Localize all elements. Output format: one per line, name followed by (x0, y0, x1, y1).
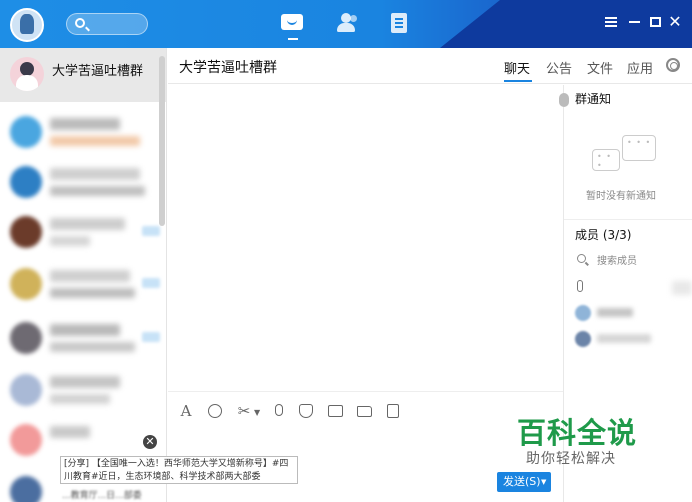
titlebar-decoration (440, 0, 500, 48)
chevron-down-icon[interactable]: ▼ (254, 408, 260, 417)
conversation-item[interactable] (0, 366, 160, 418)
share-preview-overflow-text: ...教育厅...日...部委 (62, 491, 142, 501)
divider (168, 391, 563, 392)
microphone-icon[interactable] (269, 401, 289, 421)
conversation-name: 大学苦逼吐槽群 (52, 64, 144, 79)
chevron-down-icon[interactable]: ▼ (541, 472, 553, 492)
conversation-item[interactable] (0, 108, 160, 160)
conversation-item[interactable] (0, 158, 160, 210)
screenshot-icon[interactable]: ✂ (234, 401, 254, 421)
conversation-item-active[interactable]: 大学苦逼吐槽群 (0, 48, 166, 102)
search-icon (577, 254, 586, 263)
watermark-subtitle: 助你轻松解决 (526, 451, 616, 467)
member-item[interactable] (575, 327, 685, 349)
member-search-placeholder: 搜索成员 (597, 256, 637, 267)
share-preview-popup[interactable]: [分享] 【全国唯一入选！西华师范大学又增新称号】#四川教育#近日，生态环境部、… (60, 456, 298, 484)
conversation-item[interactable] (0, 260, 160, 312)
chat-history-icon[interactable] (383, 401, 403, 421)
close-icon[interactable]: ✕ (143, 435, 157, 449)
watermark-title: 百科全说 (517, 416, 638, 450)
tab-announcements[interactable]: 公告 (546, 58, 572, 77)
font-icon[interactable]: A (176, 401, 196, 421)
tab-chat[interactable]: 聊天 (504, 58, 530, 77)
emoji-icon[interactable] (205, 401, 225, 421)
sticker-icon[interactable] (296, 401, 316, 421)
user-avatar[interactable] (10, 8, 44, 42)
group-avatar (10, 57, 44, 91)
contacts-tab-icon[interactable] (334, 12, 358, 34)
settings-icon[interactable] (666, 58, 680, 72)
chat-title: 大学苦逼吐槽群 (179, 60, 277, 76)
tab-files[interactable]: 文件 (587, 58, 613, 77)
tab-apps[interactable]: 应用 (627, 58, 653, 77)
member-search-input[interactable]: 搜索成员 (575, 251, 685, 267)
maximize-icon[interactable] (649, 15, 663, 29)
conversation-list: 大学苦逼吐槽群 (0, 48, 167, 502)
empty-notice-illustration-icon (582, 125, 672, 175)
main-menu-icon[interactable] (604, 15, 618, 29)
blurred-member-name (672, 281, 692, 295)
conversation-item[interactable] (0, 208, 160, 260)
image-icon[interactable] (325, 401, 345, 421)
message-area[interactable] (168, 85, 563, 391)
conversation-item[interactable] (0, 314, 160, 366)
member-item[interactable] (575, 301, 685, 323)
composer-toolbar: A ✂ ▼ (168, 398, 563, 424)
workspace-tab-icon[interactable] (388, 12, 412, 34)
titlebar-decoration-right (500, 0, 692, 48)
close-icon[interactable]: ✕ (668, 14, 682, 30)
folder-icon[interactable] (354, 401, 374, 421)
search-icon (75, 18, 85, 28)
title-bar: ✕ (0, 0, 692, 48)
members-section-title: 成员 (3/3) (575, 228, 632, 242)
global-search-input[interactable] (66, 13, 148, 35)
group-owner-icon (577, 280, 583, 292)
divider (564, 219, 692, 220)
collapse-panel-icon[interactable] (559, 93, 569, 107)
chat-header: 大学苦逼吐槽群 聊天 公告 文件 应用 (168, 48, 692, 84)
messages-tab-icon[interactable] (281, 12, 305, 40)
notice-section-title: 群通知 (575, 92, 612, 106)
conversation-list-scrollbar[interactable] (159, 56, 165, 226)
minimize-icon[interactable] (628, 15, 642, 29)
active-tab-indicator (504, 80, 532, 82)
notice-empty-text: 暂时没有新通知 (586, 191, 656, 202)
